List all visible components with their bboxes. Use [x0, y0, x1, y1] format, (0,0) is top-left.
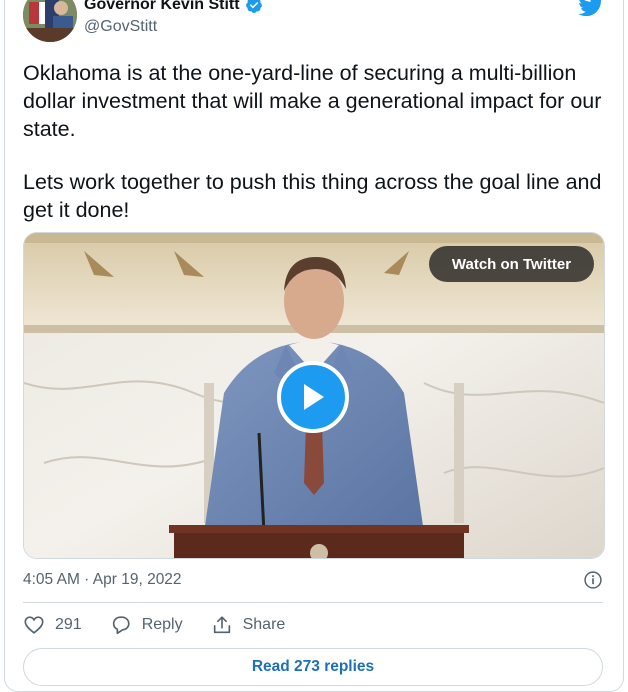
- tweet-meta: 4:05 AM · Apr 19, 2022: [23, 568, 603, 592]
- action-bar: 291 Reply Share: [23, 614, 313, 636]
- divider: [23, 602, 603, 603]
- twitter-bird-icon[interactable]: [578, 0, 604, 16]
- tweet-paragraph: Lets work together to push this thing ac…: [23, 170, 602, 222]
- info-icon[interactable]: [583, 570, 603, 590]
- tweet-paragraph: Oklahoma is at the one-yard-line of secu…: [23, 61, 602, 141]
- heart-icon: [24, 616, 44, 634]
- reply-icon: [112, 616, 130, 635]
- share-label: Share: [242, 616, 286, 633]
- read-replies-button[interactable]: Read 273 replies: [23, 648, 603, 686]
- share-icon: [213, 616, 230, 634]
- play-icon: [304, 384, 324, 410]
- timestamp[interactable]: 4:05 AM · Apr 19, 2022: [23, 571, 182, 589]
- verified-badge-icon: [245, 0, 262, 13]
- watch-on-twitter-button[interactable]: Watch on Twitter: [429, 246, 594, 282]
- author-row: Governor Kevin Stitt: [84, 0, 263, 14]
- author-handle[interactable]: @GovStitt: [84, 18, 157, 36]
- reply-button[interactable]: Reply: [110, 614, 183, 636]
- author-name[interactable]: Governor Kevin Stitt: [84, 0, 240, 14]
- share-button[interactable]: Share: [211, 614, 286, 636]
- play-button[interactable]: [277, 361, 349, 433]
- video-player[interactable]: Watch on Twitter: [23, 232, 605, 559]
- like-button[interactable]: 291: [23, 614, 82, 636]
- tweet-text: Oklahoma is at the one-yard-line of secu…: [23, 59, 608, 224]
- like-count: 291: [55, 616, 82, 633]
- reply-label: Reply: [141, 616, 183, 633]
